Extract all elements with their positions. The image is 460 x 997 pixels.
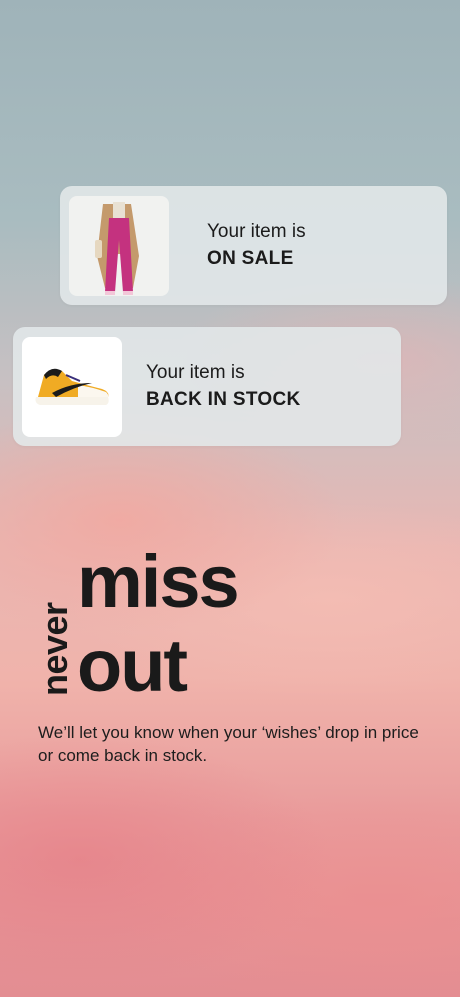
notification-card-back-in-stock[interactable]: Your item is BACK IN STOCK — [13, 327, 401, 446]
notification-card-on-sale[interactable]: Your item is ON SALE — [60, 186, 447, 305]
product-image-sneaker — [22, 336, 122, 437]
headline-word-miss: miss — [77, 540, 240, 623]
headline: never miss out — [34, 542, 334, 708]
notification-text: Your item is ON SALE — [207, 219, 306, 273]
product-image-trousers — [69, 195, 169, 296]
notification-status: BACK IN STOCK — [146, 388, 301, 410]
notification-line1: Your item is — [146, 361, 245, 383]
notification-status: ON SALE — [207, 247, 294, 269]
hero-subtext: We’ll let you know when your ‘wishes’ dr… — [38, 723, 419, 765]
headline-word-out: out — [77, 624, 188, 707]
headline-word-never: never — [34, 602, 75, 696]
notification-line1: Your item is — [207, 220, 306, 242]
notification-text: Your item is BACK IN STOCK — [146, 360, 301, 414]
